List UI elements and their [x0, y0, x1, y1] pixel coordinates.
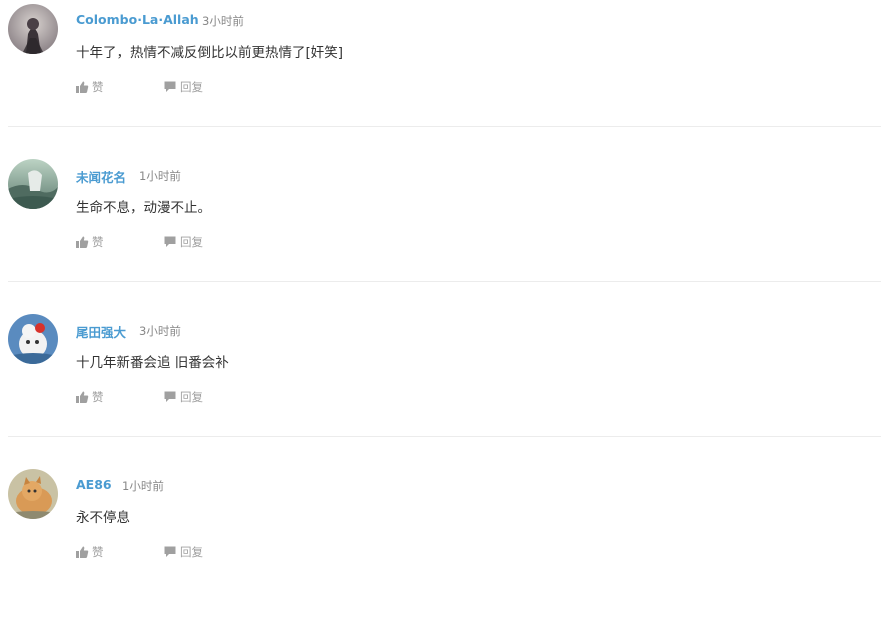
- username[interactable]: 尾田强大: [76, 322, 126, 341]
- reply-label: 回复: [180, 235, 203, 249]
- reply-label: 回复: [180, 80, 203, 94]
- timestamp: 1小时前: [122, 479, 164, 493]
- avatar[interactable]: [8, 4, 58, 54]
- comment-item: 未闻花名 1小时前 生命不息，动漫不止。 赞 回复: [0, 155, 881, 310]
- thumbs-up-icon: [75, 545, 89, 559]
- like-button[interactable]: 赞: [75, 389, 104, 405]
- reply-button[interactable]: 回复: [163, 544, 203, 560]
- speech-bubble-icon: [163, 390, 177, 404]
- reply-label: 回复: [180, 390, 203, 404]
- username[interactable]: Colombo·La·Allah: [76, 12, 199, 27]
- like-button[interactable]: 赞: [75, 544, 104, 560]
- like-label: 赞: [92, 545, 104, 559]
- divider: [8, 436, 881, 437]
- comment-text: 永不停息: [76, 510, 130, 526]
- like-label: 赞: [92, 235, 104, 249]
- username[interactable]: AE86: [76, 477, 112, 492]
- comment-item: AE86 1小时前 永不停息 赞 回复: [0, 465, 881, 620]
- speech-bubble-icon: [163, 235, 177, 249]
- like-button[interactable]: 赞: [75, 79, 104, 95]
- speech-bubble-icon: [163, 545, 177, 559]
- timestamp: 3小时前: [139, 324, 181, 338]
- thumbs-up-icon: [75, 390, 89, 404]
- avatar[interactable]: [8, 314, 58, 364]
- comment-item: Colombo·La·Allah 3小时前 十年了，热情不减反倒比以前更热情了[…: [0, 0, 881, 155]
- timestamp: 3小时前: [202, 14, 244, 28]
- reply-button[interactable]: 回复: [163, 79, 203, 95]
- reply-button[interactable]: 回复: [163, 234, 203, 250]
- like-label: 赞: [92, 80, 104, 94]
- username[interactable]: 未闻花名: [76, 167, 126, 186]
- comment-item: 尾田强大 3小时前 十几年新番会追 旧番会补 赞 回复: [0, 310, 881, 465]
- like-button[interactable]: 赞: [75, 234, 104, 250]
- like-label: 赞: [92, 390, 104, 404]
- thumbs-up-icon: [75, 235, 89, 249]
- comment-text: 生命不息，动漫不止。: [76, 200, 211, 216]
- thumbs-up-icon: [75, 80, 89, 94]
- reply-button[interactable]: 回复: [163, 389, 203, 405]
- speech-bubble-icon: [163, 80, 177, 94]
- reply-label: 回复: [180, 545, 203, 559]
- comment-text: 十几年新番会追 旧番会补: [76, 355, 229, 371]
- avatar[interactable]: [8, 159, 58, 209]
- divider: [8, 281, 881, 282]
- timestamp: 1小时前: [139, 169, 181, 183]
- avatar[interactable]: [8, 469, 58, 519]
- divider: [8, 126, 881, 127]
- comment-text: 十年了，热情不减反倒比以前更热情了[奸笑]: [76, 45, 344, 61]
